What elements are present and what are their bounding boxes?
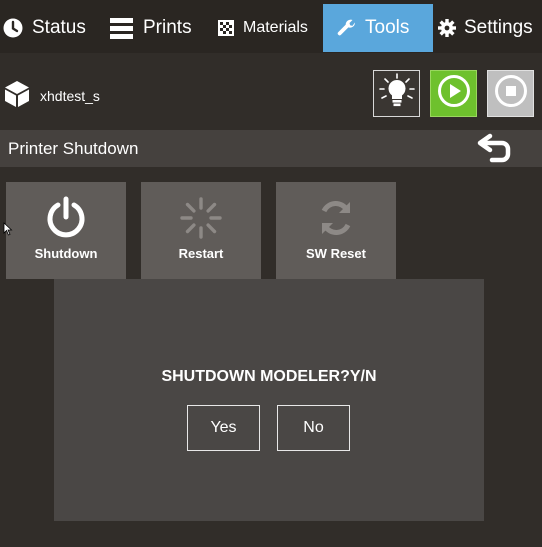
refresh-icon [314, 196, 358, 245]
list-icon [110, 17, 133, 39]
sw-reset-label: SW Reset [306, 246, 366, 261]
tab-tools[interactable]: Tools [323, 4, 433, 52]
section-header: Printer Shutdown [0, 130, 542, 167]
restart-label: Restart [178, 246, 224, 261]
tab-status-label: Status [32, 17, 86, 38]
tab-status[interactable]: Status [0, 4, 101, 52]
shutdown-button[interactable]: Shutdown [6, 182, 126, 279]
lightbulb-icon [378, 73, 415, 114]
materials-grid-icon [218, 20, 234, 36]
spinner-icon [179, 196, 223, 245]
back-arrow-icon[interactable] [476, 133, 514, 168]
gear-icon [438, 19, 456, 37]
cube-icon [4, 80, 30, 113]
tab-prints-label: Prints [143, 17, 192, 38]
shutdown-confirm-dialog: SHUTDOWN MODELER?Y/N Yes No [54, 279, 484, 521]
play-button[interactable] [430, 70, 477, 117]
restart-button[interactable]: Restart [141, 182, 261, 279]
tab-settings-label: Settings [464, 17, 533, 38]
no-button[interactable]: No [277, 405, 350, 451]
sw-reset-button[interactable]: SW Reset [276, 182, 396, 279]
shutdown-label: Shutdown [34, 246, 98, 261]
light-button[interactable] [373, 70, 420, 117]
play-icon [437, 74, 471, 113]
tab-materials[interactable]: Materials [218, 4, 322, 52]
stop-button[interactable] [487, 70, 534, 117]
mouse-cursor-icon [3, 222, 13, 241]
yes-button[interactable]: Yes [187, 405, 260, 451]
tab-settings[interactable]: Settings [438, 4, 542, 52]
tab-materials-label: Materials [243, 19, 308, 36]
power-icon [44, 196, 88, 245]
stop-icon [494, 74, 528, 113]
wrench-icon [337, 18, 357, 38]
clock-icon [3, 18, 23, 38]
page-title: Printer Shutdown [8, 139, 139, 158]
printer-info-bar: xhdtest_s [0, 66, 542, 126]
tab-tools-label: Tools [365, 17, 410, 38]
dialog-question: SHUTDOWN MODELER?Y/N [161, 368, 377, 385]
printer-name: xhdtest_s [40, 88, 100, 104]
main-tab-bar: Status Prints Materials Tools Settings [0, 0, 542, 53]
tab-prints[interactable]: Prints [110, 4, 205, 52]
